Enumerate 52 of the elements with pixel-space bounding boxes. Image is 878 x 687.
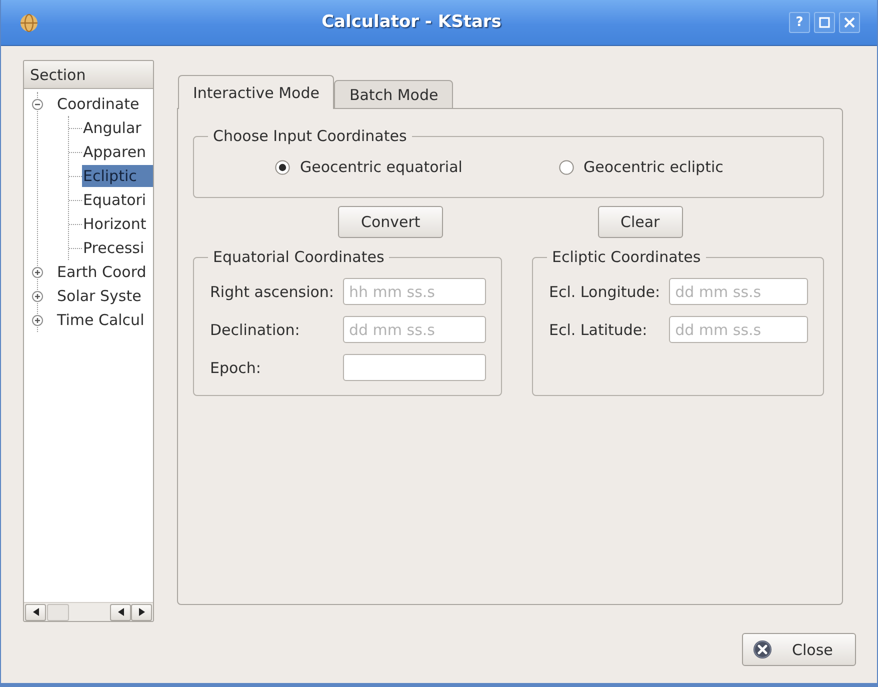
- text-field[interactable]: hh mm ss.s: [342, 278, 486, 305]
- window-close-button[interactable]: [839, 12, 860, 33]
- scroll-left-button[interactable]: [25, 604, 46, 620]
- field-label: Ecl. Longitude:: [549, 282, 660, 300]
- plus-circle-icon[interactable]: [32, 266, 43, 278]
- globe-icon: [20, 14, 38, 32]
- scroll-left-button[interactable]: [110, 604, 131, 620]
- field-label: Epoch:: [210, 358, 262, 376]
- tree-item[interactable]: Apparen: [82, 141, 153, 163]
- tree-item[interactable]: Horizont: [82, 213, 153, 235]
- field-label: Right ascension:: [210, 282, 334, 300]
- radio-label[interactable]: Geocentric ecliptic: [584, 158, 724, 176]
- scrollbar-thumb[interactable]: [47, 604, 69, 620]
- tree-item[interactable]: Coordinate: [56, 93, 153, 115]
- close-button[interactable]: Close: [742, 633, 856, 666]
- tree-item[interactable]: Ecliptic: [82, 165, 153, 187]
- text-field[interactable]: dd mm ss.s: [669, 278, 808, 305]
- window-title: Calculator - KStars: [320, 12, 502, 33]
- left-arrow-icon: [32, 608, 38, 616]
- plus-circle-icon[interactable]: [32, 314, 43, 326]
- action-button[interactable]: Clear: [598, 206, 683, 238]
- text-field[interactable]: dd mm ss.s: [669, 316, 808, 343]
- group-title: Equatorial Coordinates: [208, 248, 390, 266]
- tree-item[interactable]: Precessi: [82, 237, 153, 259]
- tree-item[interactable]: Earth Coord: [56, 261, 153, 283]
- tree-item[interactable]: Equatori: [82, 189, 153, 211]
- radio-button[interactable]: [275, 160, 290, 174]
- close-icon: [753, 640, 772, 659]
- maximize-icon: [819, 17, 830, 28]
- horizontal-scrollbar[interactable]: [24, 602, 153, 621]
- right-arrow-icon: [138, 608, 144, 616]
- scroll-right-button[interactable]: [131, 604, 152, 620]
- tab[interactable]: Batch Mode: [334, 80, 454, 109]
- column-header: Section: [24, 61, 153, 89]
- tree-item[interactable]: Time Calcul: [56, 309, 153, 331]
- plus-circle-icon[interactable]: [32, 290, 43, 302]
- group-title: Ecliptic Coordinates: [547, 248, 706, 266]
- field-label: Declination:: [210, 320, 301, 338]
- maximize-button[interactable]: [814, 12, 835, 33]
- minus-circle-icon[interactable]: [32, 98, 43, 110]
- tree-item[interactable]: Solar Syste: [56, 285, 153, 307]
- field-label: Ecl. Latitude:: [549, 320, 648, 338]
- radio-button[interactable]: [558, 160, 574, 174]
- text-field[interactable]: [342, 354, 486, 381]
- left-arrow-icon: [118, 608, 124, 616]
- text-field[interactable]: dd mm ss.s: [342, 316, 486, 343]
- tab[interactable]: Interactive Mode: [178, 75, 334, 109]
- radio-label[interactable]: Geocentric equatorial: [300, 158, 462, 176]
- action-button[interactable]: Convert: [338, 206, 444, 238]
- group-title: Choose Input Coordinates: [208, 127, 412, 145]
- tree-item[interactable]: Angular: [82, 117, 153, 139]
- close-icon: [844, 17, 855, 28]
